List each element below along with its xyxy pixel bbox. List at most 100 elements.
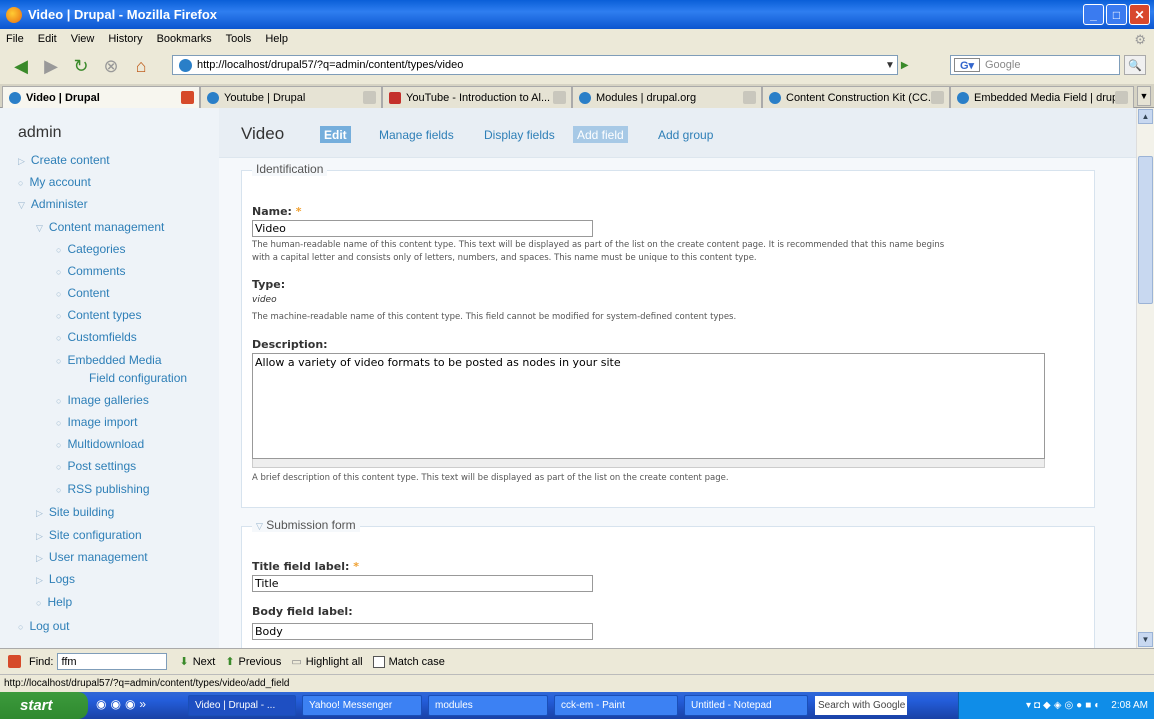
- tab-edit[interactable]: Edit: [320, 126, 351, 143]
- home-icon[interactable]: ⌂: [128, 54, 154, 78]
- bullet-icon: ○: [56, 440, 62, 450]
- menu-file[interactable]: File: [6, 33, 24, 45]
- bullet-icon: ○: [56, 418, 62, 428]
- scroll-thumb[interactable]: [1138, 156, 1153, 304]
- address-bar[interactable]: http://localhost/drupal57/?q=admin/conte…: [172, 55, 898, 75]
- tab-youtube-drupal[interactable]: Youtube | Drupal: [200, 86, 382, 108]
- sidebar-item-content-management[interactable]: ▽ Content management: [36, 220, 164, 234]
- sidebar-item-image-galleries[interactable]: ○ Image galleries: [56, 393, 149, 407]
- google-engine-icon[interactable]: G▾: [954, 58, 980, 72]
- sidebar-item-label: Content types: [67, 308, 142, 322]
- sidebar-item-label: Administer: [30, 197, 88, 211]
- tab-youtube-intro[interactable]: YouTube - Introduction to Al...: [382, 86, 572, 108]
- body-field[interactable]: Body: [252, 623, 593, 640]
- sidebar-item-embedded-media[interactable]: ○ Embedded Media: [56, 353, 162, 367]
- sidebar-item-content-types[interactable]: ○ Content types: [56, 308, 141, 322]
- collapsed-icon: ▷: [36, 508, 43, 518]
- description-textarea[interactable]: Allow a variety of video formats to be p…: [252, 353, 1045, 459]
- scroll-up-icon[interactable]: ▲: [1138, 109, 1153, 124]
- identification-fieldset: Identification Name: * Video The human-r…: [241, 162, 1095, 508]
- tab-modules-drupal[interactable]: Modules | drupal.org: [572, 86, 762, 108]
- sidebar-item-post-settings[interactable]: ○ Post settings: [56, 459, 136, 473]
- sidebar-item-rss-publishing[interactable]: ○ RSS publishing: [56, 482, 150, 496]
- highlight-all-button[interactable]: ▭ Highlight all: [291, 655, 362, 669]
- sidebar-item-administer[interactable]: ▽ Administer: [18, 197, 88, 211]
- menu-tools[interactable]: Tools: [226, 33, 252, 45]
- submission-legend[interactable]: ▽ Submission form: [252, 518, 360, 532]
- close-button[interactable]: ✕: [1129, 4, 1150, 25]
- tab-close-icon[interactable]: [931, 91, 944, 104]
- tray-icons[interactable]: ▾◘◆◈◎●■◐: [1026, 700, 1103, 711]
- sidebar-item-log-out[interactable]: ○ Log out: [18, 619, 69, 633]
- tab-close-icon[interactable]: [553, 91, 566, 104]
- back-icon[interactable]: ◀: [8, 54, 34, 78]
- taskbar-item-firefox[interactable]: Video | Drupal - ...: [188, 695, 296, 716]
- menu-history[interactable]: History: [108, 33, 142, 45]
- tab-close-icon[interactable]: [363, 91, 376, 104]
- sidebar-item-content[interactable]: ○ Content: [56, 286, 109, 300]
- find-input[interactable]: ffm: [57, 653, 168, 670]
- page-header: Video Edit Manage fields Display fields …: [219, 108, 1136, 158]
- tab-video-drupal[interactable]: Video | Drupal: [2, 86, 200, 108]
- taskbar-item-paint[interactable]: cck-em - Paint: [554, 695, 678, 716]
- sidebar-item-label: Multidownload: [67, 437, 145, 451]
- taskbar-search-input[interactable]: Search with Google: [815, 696, 907, 715]
- tab-close-icon[interactable]: [743, 91, 756, 104]
- find-next-button[interactable]: ⬇ Next: [179, 655, 215, 669]
- sidebar-item-image-import[interactable]: ○ Image import: [56, 415, 137, 429]
- menu-bookmarks[interactable]: Bookmarks: [157, 33, 212, 45]
- sidebar-item-multidownload[interactable]: ○ Multidownload: [56, 437, 144, 451]
- tab-list-icon[interactable]: ▼: [1137, 86, 1151, 106]
- window-title: Video | Drupal - Mozilla Firefox: [28, 7, 218, 22]
- taskbar-item-yahoo[interactable]: Yahoo! Messenger: [302, 695, 422, 716]
- tab-close-icon[interactable]: [181, 91, 194, 104]
- tab-add-group[interactable]: Add group: [654, 126, 717, 143]
- taskbar-item-modules[interactable]: modules: [428, 695, 548, 716]
- sidebar-item-logs[interactable]: ▷ Logs: [36, 572, 75, 586]
- tab-label: Embedded Media Field | drup...: [974, 91, 1128, 104]
- tab-close-icon[interactable]: [1115, 91, 1128, 104]
- sidebar-item-my-account[interactable]: ○ My account: [18, 175, 91, 189]
- tab-manage-fields[interactable]: Manage fields: [375, 126, 458, 143]
- stop-icon[interactable]: ⊗: [98, 54, 124, 78]
- sidebar-item-site-configuration[interactable]: ▷ Site configuration: [36, 528, 142, 542]
- search-input[interactable]: G▾ Google: [950, 55, 1120, 75]
- maximize-button[interactable]: □: [1106, 4, 1127, 25]
- sidebar-item-comments[interactable]: ○ Comments: [56, 264, 125, 278]
- match-case-checkbox[interactable]: Match case: [372, 655, 445, 668]
- sidebar-item-customfields[interactable]: ○ Customfields: [56, 330, 137, 344]
- find-close-icon[interactable]: [8, 655, 21, 668]
- tab-cck[interactable]: Content Construction Kit (CC...: [762, 86, 950, 108]
- sidebar-item-create-content[interactable]: ▷ Create content: [18, 153, 110, 167]
- name-field[interactable]: Video: [252, 220, 593, 237]
- start-button[interactable]: start: [0, 692, 88, 719]
- reload-icon[interactable]: ↻: [68, 54, 94, 78]
- forward-icon[interactable]: ▶: [38, 54, 64, 78]
- url-dropdown-icon[interactable]: ▼: [885, 60, 895, 71]
- taskbar-item-notepad[interactable]: Untitled - Notepad: [684, 695, 808, 716]
- minimize-button[interactable]: _: [1083, 4, 1104, 25]
- quick-launch-icons[interactable]: ◉◉◉»: [96, 697, 150, 711]
- vertical-scrollbar[interactable]: ▲ ▼: [1136, 108, 1154, 648]
- sidebar-item-categories[interactable]: ○ Categories: [56, 242, 125, 256]
- sidebar-item-help[interactable]: ○ Help: [36, 595, 72, 609]
- search-icon[interactable]: 🔍: [1124, 55, 1146, 75]
- main-area: Video Edit Manage fields Display fields …: [219, 108, 1136, 648]
- page-title: Video: [241, 124, 285, 143]
- menu-edit[interactable]: Edit: [38, 33, 57, 45]
- title-field[interactable]: Title: [252, 575, 593, 592]
- tab-add-field[interactable]: Add field: [573, 126, 628, 143]
- go-icon[interactable]: ▶: [901, 60, 909, 71]
- menu-help[interactable]: Help: [265, 33, 288, 45]
- tab-emfield[interactable]: Embedded Media Field | drup...: [950, 86, 1134, 108]
- menu-view[interactable]: View: [71, 33, 95, 45]
- description-help: A brief description of this content type…: [252, 473, 729, 483]
- find-previous-button[interactable]: ⬆ Previous: [225, 655, 281, 669]
- scroll-down-icon[interactable]: ▼: [1138, 632, 1153, 647]
- tab-display-fields[interactable]: Display fields: [480, 126, 559, 143]
- sidebar-item-user-management[interactable]: ▷ User management: [36, 550, 148, 564]
- sidebar: admin ▷ Create content ○ My account ▽ Admin…: [0, 108, 219, 648]
- textarea-resize-grip[interactable]: [252, 459, 1045, 468]
- sidebar-item-field-configuration[interactable]: Field configuration: [89, 371, 187, 385]
- sidebar-item-site-building[interactable]: ▷ Site building: [36, 505, 114, 519]
